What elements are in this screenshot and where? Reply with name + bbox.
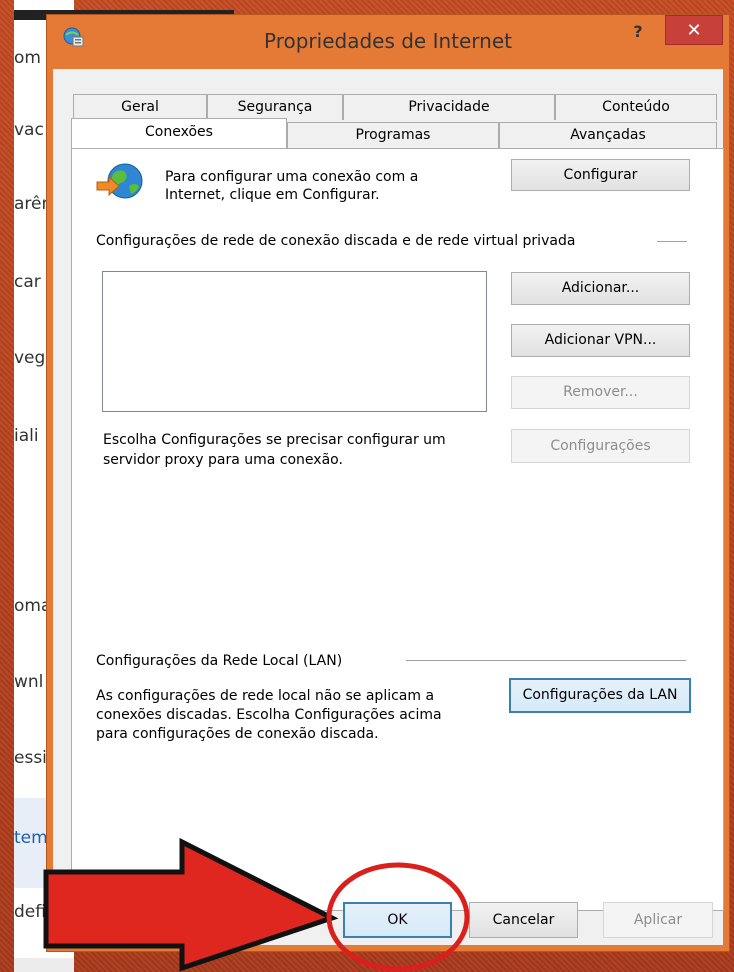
add-vpn-button[interactable]: Adicionar VPN... [511,324,690,357]
lan-description-line-2: conexões discadas. Escolha Configurações… [96,707,442,723]
proxy-description-line-2: servidor proxy para uma conexão. [103,452,343,468]
lan-section-label: Configurações da Rede Local (LAN) [96,653,343,669]
add-button[interactable]: Adicionar... [511,272,690,305]
settings-button[interactable]: Configurações [511,429,690,463]
connections-content: Para configurar uma conexão com a Intern… [0,0,734,972]
dialup-vpn-section-label: Configurações de rede de conexão discada… [96,233,576,249]
cancel-button[interactable]: Cancelar [469,902,578,938]
lan-section-divider [406,660,686,661]
setup-description-line-1: Para configurar uma conexão com a [165,169,419,185]
lan-description-line-1: As configurações de rede local não se ap… [96,688,435,704]
lan-description-line-3: para configurações de conexão discada. [96,726,379,742]
connections-listbox[interactable] [102,271,487,412]
remove-button[interactable]: Remover... [511,376,690,409]
configure-button[interactable]: Configurar [511,159,690,191]
dialup-section-divider [657,241,687,242]
lan-settings-button[interactable]: Configurações da LAN [509,678,691,713]
ok-button[interactable]: OK [343,902,452,938]
proxy-description-line-1: Escolha Configurações se precisar config… [103,432,446,448]
apply-button[interactable]: Aplicar [603,902,713,938]
internet-connection-icon [96,163,143,199]
setup-description-line-2: Internet, clique em Configurar. [165,187,380,203]
